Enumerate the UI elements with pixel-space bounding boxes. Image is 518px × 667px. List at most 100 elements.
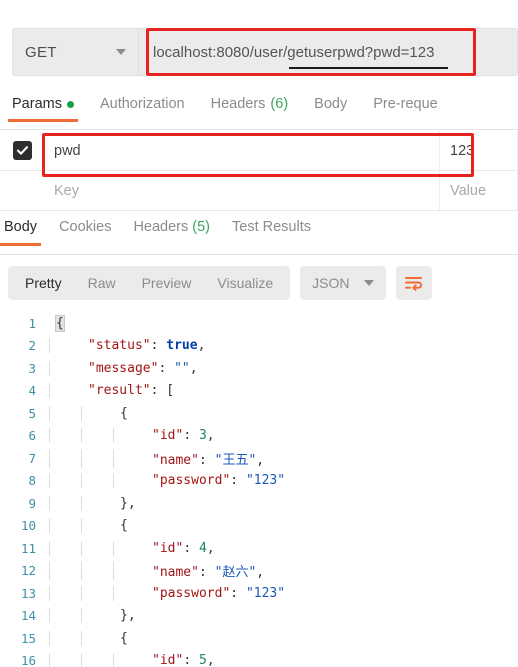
code-line-content: "message": "", [48, 360, 518, 376]
tab-pre-request-script[interactable]: Pre-reque [373, 96, 437, 122]
code-line-content: }, [48, 495, 518, 511]
code-token: "name" [152, 565, 199, 581]
line-number: 4 [28, 383, 36, 399]
indent-guide [113, 561, 114, 581]
indent-guide [81, 540, 82, 556]
indent-guide [81, 518, 82, 534]
line-number: 1 [28, 315, 36, 331]
view-preview-button[interactable]: Preview [129, 270, 205, 296]
line-number: 6 [28, 428, 36, 444]
code-token: { [55, 314, 65, 332]
code-line: 9}, [0, 492, 518, 515]
view-pretty-button[interactable]: Pretty [12, 270, 75, 296]
code-line: 7 "name": "王五", [0, 447, 518, 470]
indent-guide [49, 585, 50, 601]
code-token: : [150, 383, 167, 399]
param-key-text: pwd [54, 142, 81, 159]
code-token: { [120, 518, 128, 534]
view-visualize-button[interactable]: Visualize [204, 270, 286, 296]
code-token: , [206, 540, 215, 556]
response-tab-body[interactable]: Body [0, 219, 42, 246]
indent-guide [49, 495, 50, 511]
response-body-code[interactable]: 1{2 "status": true, 3 "message": "", 4 "resul… [0, 312, 518, 667]
code-line-content: "result": [ [48, 383, 518, 399]
tab-authorization[interactable]: Authorization [100, 96, 185, 122]
response-tab-test-results[interactable]: Test Results [232, 219, 311, 246]
url-text: localhost:8080/user/getuserpwd?pwd=123 [153, 43, 435, 61]
code-line-content: { [48, 518, 518, 534]
indent-guide [81, 428, 82, 444]
code-token: , [256, 452, 265, 468]
param-value-input[interactable]: 123 [440, 131, 518, 170]
code-token: "123" [245, 473, 286, 489]
code-token: }, [120, 495, 136, 511]
code-line: 10 { [0, 515, 518, 538]
code-line: 16 "id": 5, [0, 650, 518, 667]
line-number: 13 [20, 585, 36, 601]
line-number: 11 [20, 540, 36, 556]
code-token: { [120, 630, 128, 646]
tab-headers-label: Headers [210, 96, 266, 112]
indent-guide [81, 473, 82, 489]
tab-headers[interactable]: Headers (6) [211, 96, 289, 122]
response-language-select[interactable]: JSON [300, 266, 386, 300]
response-tab-headers[interactable]: Headers (5) [133, 219, 210, 246]
indent-guide [49, 608, 50, 624]
line-number: 10 [20, 518, 36, 534]
view-raw-button[interactable]: Raw [75, 270, 129, 296]
checkbox-checked-icon[interactable] [12, 141, 32, 160]
indent-guide [49, 448, 50, 468]
code-token: "id" [152, 540, 184, 556]
code-token: { [120, 405, 128, 421]
param-value-input-empty[interactable]: Value [440, 171, 518, 210]
param-enabled-cell [0, 171, 44, 210]
code-line-content: "name": "王五", [48, 448, 518, 468]
code-token: "name" [152, 452, 199, 468]
http-method-label: GET [25, 43, 57, 61]
tab-authorization-label: Authorization [99, 96, 185, 112]
tab-body-label: Body [314, 96, 348, 112]
postman-request-response-pane: GET localhost:8080/user/getuserpwd?pwd=1… [0, 0, 518, 667]
param-value-placeholder: Value [450, 182, 487, 199]
code-token: "message" [88, 360, 159, 376]
code-line: 12 "name": "赵六", [0, 560, 518, 583]
tab-params[interactable]: Params [8, 96, 78, 122]
code-token: 3 [198, 428, 207, 444]
line-number: 7 [28, 450, 36, 466]
table-row: pwd 123 [0, 131, 518, 171]
code-token: "123" [245, 585, 286, 601]
wrap-text-icon [405, 277, 423, 291]
indent-guide [49, 653, 50, 667]
code-token: , [189, 360, 198, 376]
line-number: 3 [28, 360, 36, 376]
indent-guide [49, 561, 50, 581]
code-token: : [230, 585, 246, 601]
code-token: , [206, 428, 215, 444]
tab-pre-request-script-label: Pre-reque [373, 96, 438, 112]
indent-guide [113, 473, 114, 489]
indent-guide [113, 428, 114, 444]
code-token: : [230, 473, 246, 489]
wrap-text-button[interactable] [395, 266, 432, 300]
code-token: : [198, 565, 215, 581]
response-view-switcher: Pretty Raw Preview Visualize [8, 266, 291, 300]
indent-guide [113, 653, 114, 667]
http-method-select[interactable]: GET [13, 29, 139, 75]
indent-guide [81, 653, 82, 667]
param-key-input[interactable]: pwd [44, 131, 440, 170]
code-line: 5{ [0, 402, 518, 425]
response-tab-cookies[interactable]: Cookies [59, 219, 111, 246]
code-line-content: "id": 5, [48, 653, 518, 667]
indent-guide [113, 540, 114, 556]
indent-guide [49, 360, 50, 376]
response-tab-headers-label: Headers [133, 219, 189, 235]
tab-params-label: Params [12, 96, 62, 112]
code-token: "status" [88, 338, 151, 354]
code-token: : [183, 540, 199, 556]
code-line: 6 "id": 3, [0, 425, 518, 448]
code-line-content: "password": "123" [48, 473, 518, 489]
code-token: "王五" [214, 452, 257, 468]
tab-body[interactable]: Body [314, 96, 347, 122]
param-key-input-empty[interactable]: Key [44, 171, 440, 210]
line-number: 15 [20, 630, 36, 646]
